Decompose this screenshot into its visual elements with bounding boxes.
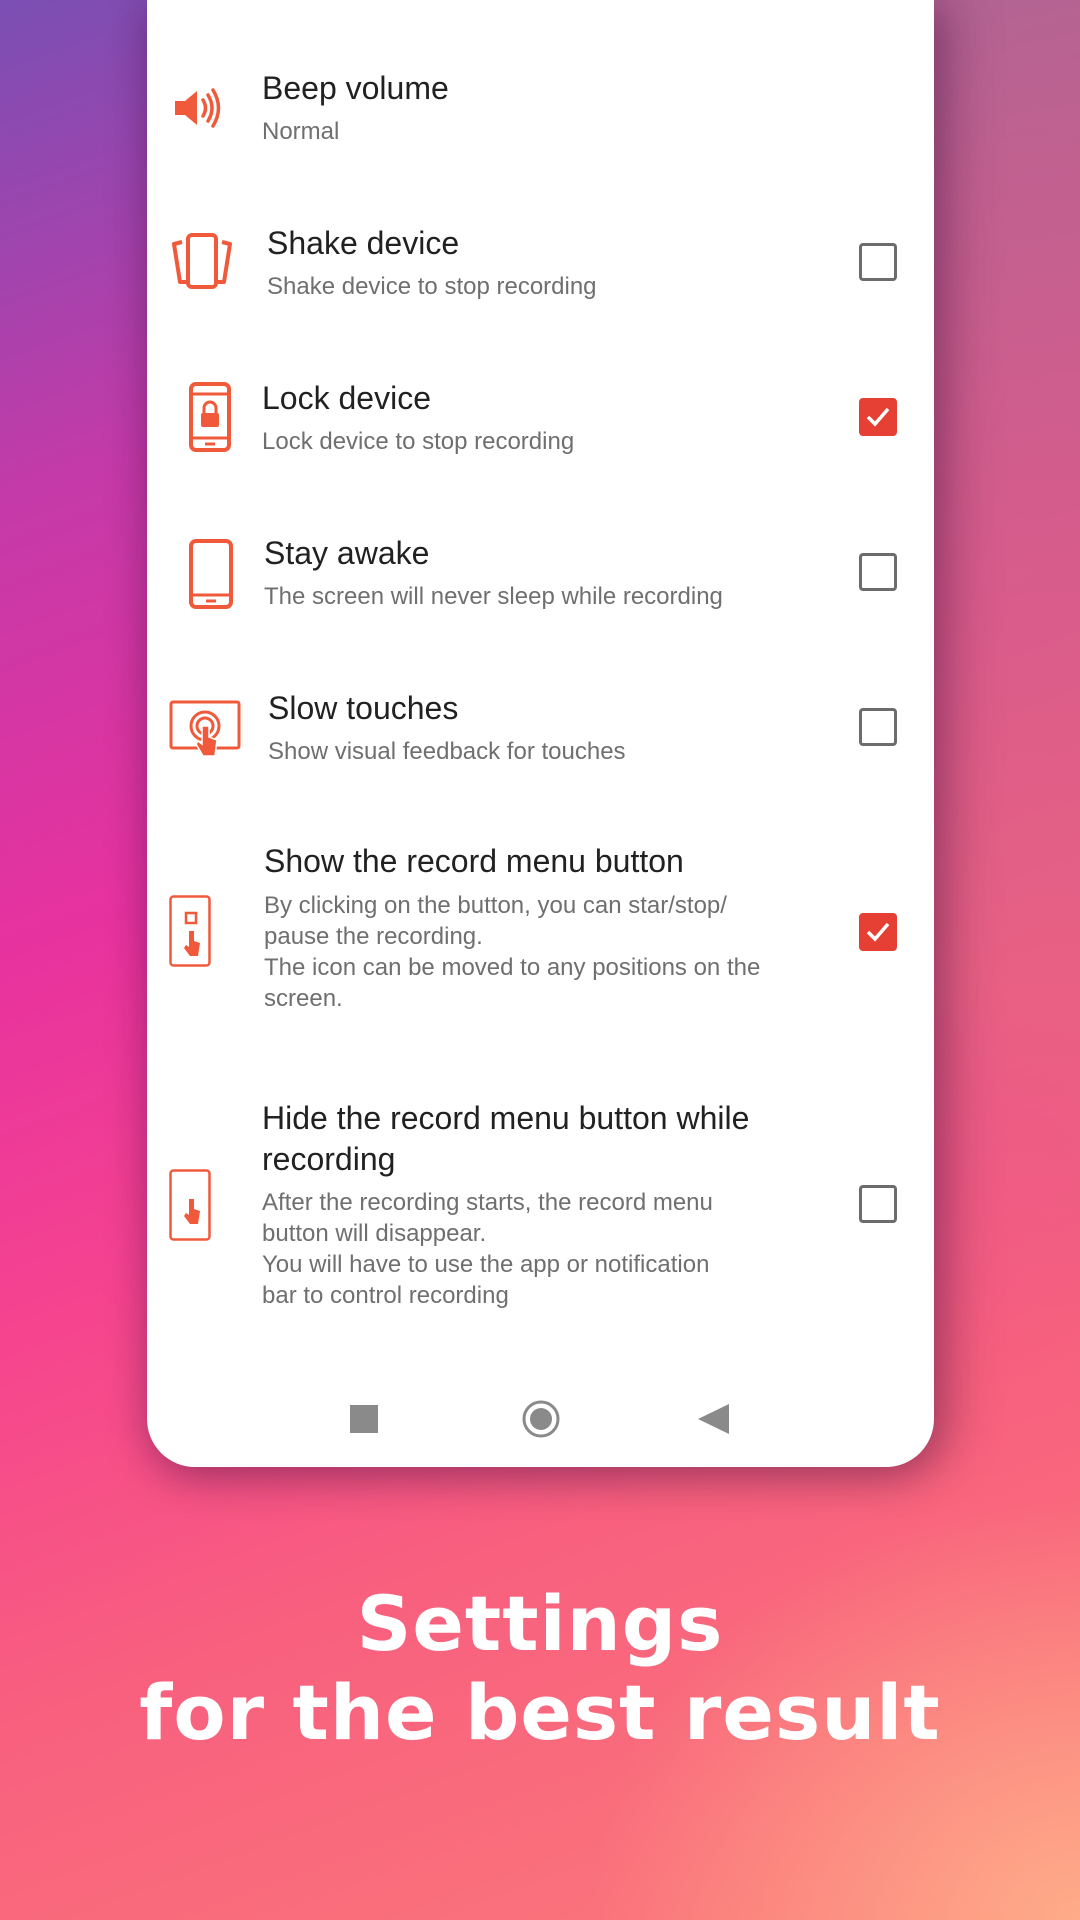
setting-subtitle-line: The icon can be moved to any positions o… — [264, 954, 761, 981]
setting-subtitle-line: screen. — [264, 985, 343, 1012]
hide-menu-button-icon — [169, 1169, 211, 1241]
setting-subtitle: Show visual feedback for touches — [268, 738, 626, 765]
setting-subtitle: Shake device to stop recording — [267, 273, 597, 300]
setting-title: Stay awake — [264, 535, 430, 571]
phone-screen: Beep volume Normal Shake device Shake de… — [147, 0, 934, 1467]
navigation-bar — [147, 1380, 934, 1450]
setting-subtitle-line: After the recording starts, the record m… — [262, 1189, 713, 1216]
shake-device-checkbox[interactable] — [859, 243, 897, 281]
setting-subtitle-line: button will disappear. — [262, 1220, 487, 1247]
show-record-menu-button-checkbox[interactable] — [859, 913, 897, 951]
setting-title-line: Hide the record menu button while — [262, 1100, 750, 1136]
setting-title: Show the record menu button — [264, 843, 684, 879]
setting-hide-record-menu-button[interactable]: Hide the record menu button while record… — [147, 1030, 934, 1330]
square-icon[interactable] — [350, 1405, 378, 1438]
setting-subtitle: The screen will never sleep while record… — [264, 583, 723, 610]
hide-record-menu-button-checkbox[interactable] — [859, 1185, 897, 1223]
speaker-icon — [173, 85, 221, 131]
circle-icon[interactable] — [521, 1399, 561, 1444]
caption-line-2: for the best result — [139, 1668, 941, 1757]
slow-touches-checkbox[interactable] — [859, 708, 897, 746]
caption-line-1: Settings — [356, 1579, 724, 1668]
setting-subtitle-line: pause the recording. — [264, 923, 483, 950]
setting-subtitle-line: You will have to use the app or notifica… — [262, 1251, 710, 1278]
setting-lock-device[interactable]: Lock device Lock device to stop recordin… — [147, 310, 934, 465]
setting-subtitle: Normal — [262, 118, 340, 145]
setting-stay-awake[interactable]: Stay awake The screen will never sleep w… — [147, 465, 934, 620]
shake-device-icon — [171, 232, 233, 290]
setting-title: Slow touches — [268, 690, 459, 726]
phone-icon — [189, 539, 233, 609]
touch-feedback-icon — [169, 700, 241, 762]
setting-show-record-menu-button[interactable]: Show the record menu button By clicking … — [147, 775, 934, 1030]
setting-subtitle-line: By clicking on the button, you can star/… — [264, 892, 727, 919]
setting-slow-touches[interactable]: Slow touches Show visual feedback for to… — [147, 620, 934, 775]
setting-title: Beep volume — [262, 70, 449, 106]
lock-device-checkbox[interactable] — [859, 398, 897, 436]
setting-subtitle: Lock device to stop recording — [262, 428, 575, 455]
setting-title: Lock device — [262, 380, 431, 416]
setting-beep-volume[interactable]: Beep volume Normal — [147, 0, 934, 150]
triangle-back-icon[interactable] — [698, 1404, 730, 1439]
record-menu-button-icon — [169, 895, 211, 967]
setting-title-line: recording — [262, 1141, 396, 1177]
setting-title: Shake device — [267, 225, 460, 261]
setting-subtitle-line: bar to control recording — [262, 1282, 509, 1309]
stay-awake-checkbox[interactable] — [859, 553, 897, 591]
lock-device-icon — [189, 382, 231, 452]
setting-shake-device[interactable]: Shake device Shake device to stop record… — [147, 155, 934, 305]
